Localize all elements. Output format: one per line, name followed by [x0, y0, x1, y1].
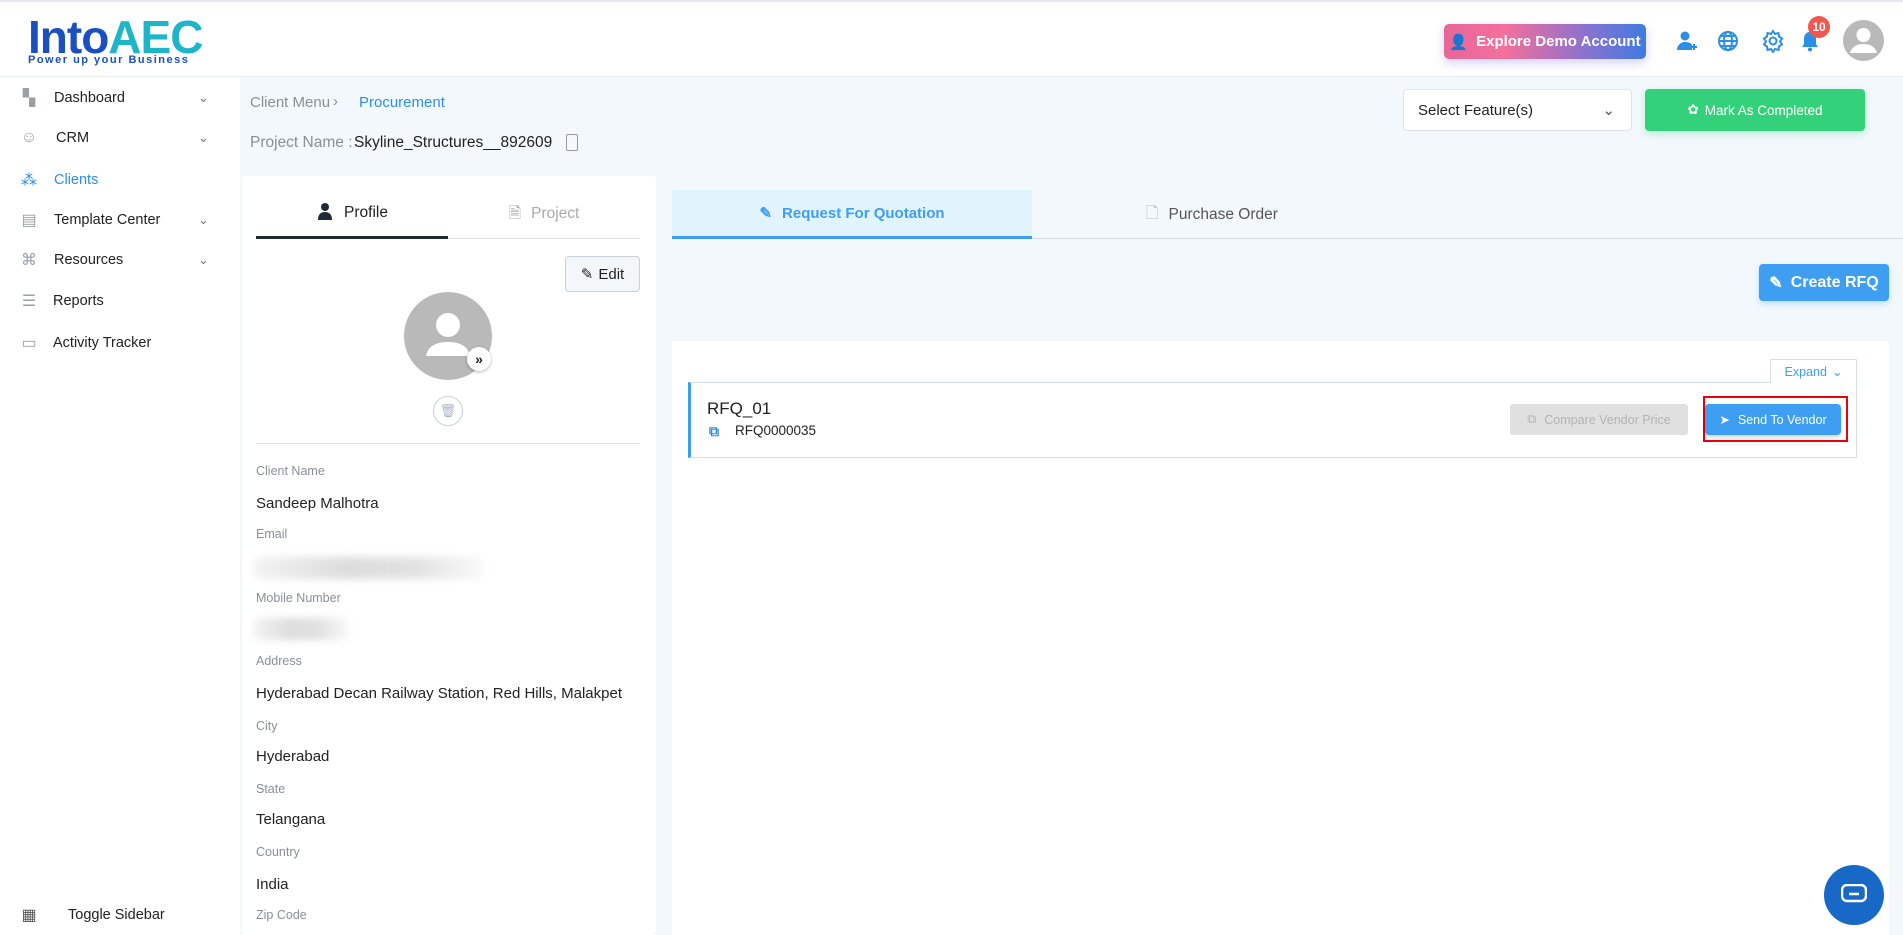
explore-demo-account-button[interactable]: 👤 Explore Demo Account — [1444, 24, 1646, 59]
gear-icon[interactable] — [1760, 28, 1786, 54]
sidebar-item-clients[interactable]: ⁂ Clients — [0, 162, 240, 198]
chevron-down-icon: ⌄ — [198, 252, 209, 267]
document-icon: 🗎 — [508, 204, 522, 222]
dashboard-icon: ▚ — [22, 90, 36, 107]
client-name-value: Sandeep Malhotra — [256, 495, 379, 512]
compare-vendor-price-button[interactable]: ⧉ Compare Vendor Price — [1510, 404, 1688, 435]
sidebar-item-activity-tracker[interactable]: ▭ Activity Tracker — [0, 325, 240, 361]
template-icon: ▤ — [21, 212, 37, 229]
chat-icon — [1841, 884, 1867, 903]
rfq-name: RFQ_01 — [707, 399, 772, 418]
sidebar: ▚ Dashboard ⌄ ☺ CRM ⌄ ⁂ Clients ▤ Template Cen… — [0, 77, 240, 935]
sidebar-item-template-center[interactable]: ▤ Template Center ⌄ — [0, 202, 240, 238]
breadcrumb-procurement[interactable]: Procurement — [359, 94, 445, 111]
mobile-value-redacted — [254, 618, 349, 640]
divider — [256, 443, 640, 444]
state-label: State — [256, 782, 286, 796]
send-to-vendor-button[interactable]: ➤ Send To Vendor — [1705, 404, 1841, 435]
sidebar-item-resources[interactable]: ⌘ Resources ⌄ — [0, 242, 240, 278]
layout-icon: ▦ — [21, 907, 37, 924]
state-value: Telangana — [256, 811, 326, 828]
chevron-down-icon: ⌄ — [198, 212, 209, 227]
tab-profile[interactable]: Profile — [256, 190, 448, 239]
copy-icon[interactable] — [566, 134, 578, 151]
rfq-code[interactable]: RFQ0000035 — [735, 423, 816, 438]
sidebar-item-crm[interactable]: ☺ CRM ⌄ — [0, 120, 240, 156]
file-icon: 🗋 — [1146, 205, 1159, 222]
globe-icon[interactable] — [1715, 28, 1741, 54]
person-icon — [316, 202, 334, 225]
top-header: IntoAEC Power up your Business 👤 Explore … — [0, 0, 1903, 77]
edit-icon: ✎ — [759, 205, 773, 222]
chat-button[interactable] — [1824, 865, 1884, 925]
project-name: Skyline_Structures__892609 — [354, 134, 553, 151]
email-label: Email — [256, 527, 288, 541]
add-user-icon[interactable] — [1674, 28, 1700, 54]
tab-request-for-quotation[interactable]: ✎ Request For Quotation — [672, 190, 1032, 239]
create-rfq-button[interactable]: ✎ Create RFQ — [1759, 264, 1889, 301]
country-value: India — [256, 876, 289, 893]
tab-project[interactable]: 🗎 Project — [448, 190, 640, 239]
resources-icon: ⌘ — [21, 252, 37, 269]
email-value-redacted — [254, 557, 484, 579]
address-value: Hyderabad Decan Railway Station, Red Hil… — [256, 685, 623, 702]
tab-purchase-order[interactable]: 🗋 Purchase Order — [1032, 190, 1392, 239]
city-label: City — [256, 719, 278, 733]
user-icon: 👤 — [1449, 33, 1469, 51]
logo-tagline: Power up your Business — [28, 54, 190, 66]
send-icon: ➤ — [1719, 413, 1730, 427]
reports-icon: ☰ — [21, 293, 37, 310]
chevron-down-icon: ⌄ — [198, 90, 209, 105]
compare-icon: ⧉ — [1527, 412, 1537, 426]
address-label: Address — [256, 654, 302, 668]
expand-button[interactable]: Expand ⌄ — [1770, 359, 1857, 383]
project-name-label: Project Name : — [250, 134, 353, 151]
country-label: Country — [256, 845, 300, 859]
pencil-icon: ✎ — [580, 266, 594, 283]
client-name-label: Client Name — [256, 464, 325, 478]
breadcrumb-client-menu[interactable]: Client Menu — [250, 94, 330, 111]
toggle-sidebar-button[interactable]: ▦ Toggle Sidebar — [0, 897, 240, 933]
clients-icon: ⁂ — [21, 172, 37, 189]
monitor-icon: ▭ — [21, 335, 37, 352]
chevron-down-icon: ⌄ — [198, 130, 209, 145]
chevron-down-icon: ⌄ — [1602, 102, 1615, 119]
change-avatar-button[interactable]: » — [467, 347, 491, 371]
mobile-label: Mobile Number — [256, 591, 341, 605]
breadcrumb-separator-icon: › — [333, 93, 338, 110]
external-link-icon[interactable]: ⧉ — [709, 423, 719, 440]
edit-button[interactable]: ✎ Edit — [565, 256, 640, 292]
crm-icon: ☺ — [20, 129, 38, 146]
badge-icon: ✿ — [1687, 102, 1699, 117]
sidebar-item-dashboard[interactable]: ▚ Dashboard ⌄ — [0, 80, 240, 116]
notification-badge: 10 — [1808, 16, 1830, 38]
delete-avatar-icon[interactable]: 🗑 — [433, 396, 463, 426]
edit-icon: ✎ — [1769, 274, 1783, 292]
city-value: Hyderabad — [256, 748, 330, 765]
user-avatar[interactable] — [1843, 20, 1884, 61]
sidebar-item-reports[interactable]: ☰ Reports — [0, 283, 240, 319]
select-features-dropdown[interactable]: Select Feature(s) ⌄ — [1403, 89, 1632, 131]
chevron-down-icon: ⌄ — [1831, 365, 1843, 379]
mark-as-completed-button[interactable]: ✿ Mark As Completed — [1645, 89, 1865, 131]
zip-code-label: Zip Code — [256, 908, 307, 922]
